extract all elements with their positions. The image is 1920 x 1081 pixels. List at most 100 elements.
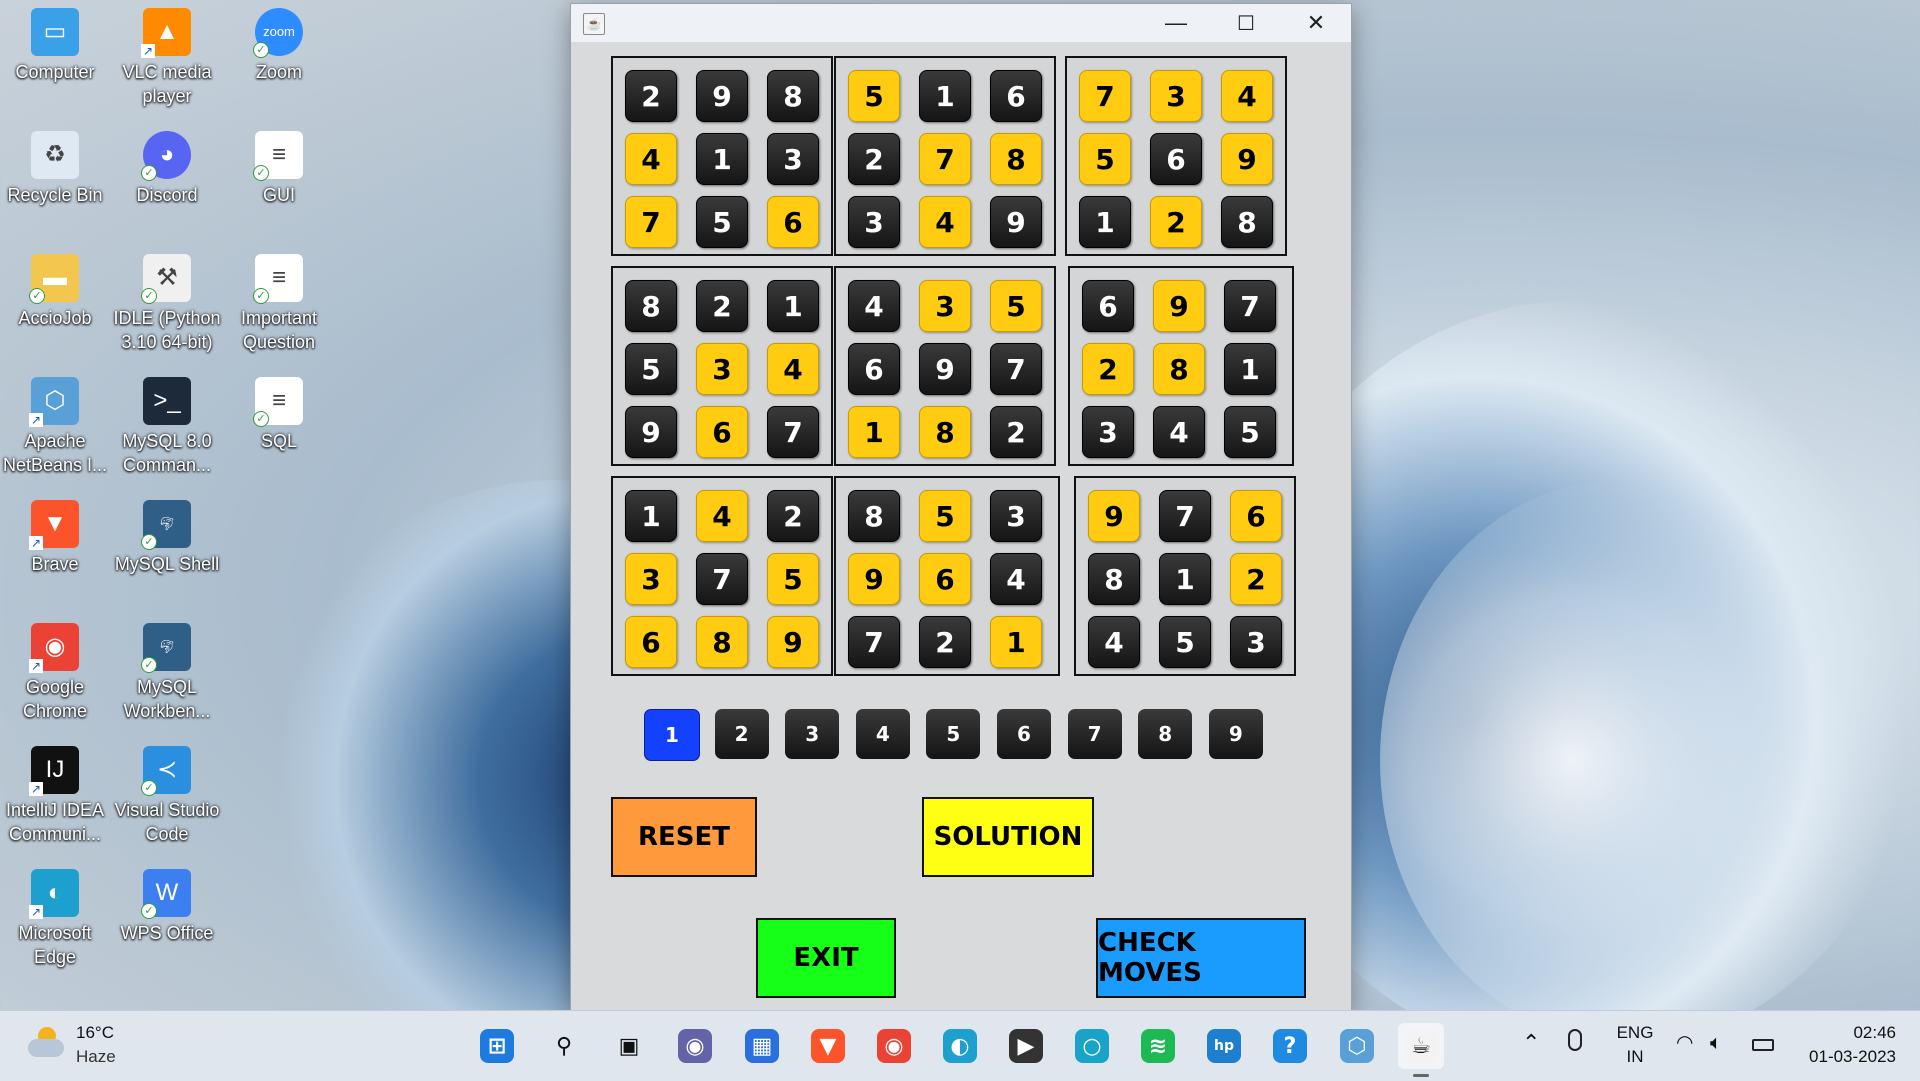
sudoku-cell[interactable]: 1 xyxy=(1224,343,1276,395)
close-button[interactable]: ✕ xyxy=(1281,4,1351,42)
solution-button[interactable]: SOLUTION xyxy=(922,797,1094,877)
desktop-icon-sql[interactable]: ≡ ✓ SQL xyxy=(224,377,334,453)
sudoku-cell[interactable]: 3 xyxy=(919,280,971,332)
taskbar-search-icon[interactable]: ⚲ xyxy=(541,1023,587,1069)
exit-button[interactable]: EXIT xyxy=(756,918,896,998)
sudoku-cell[interactable]: 2 xyxy=(1230,553,1282,605)
sudoku-cell[interactable]: 9 xyxy=(696,70,748,122)
sudoku-cell[interactable]: 7 xyxy=(919,133,971,185)
desktop-icon-mysql-shell[interactable]: 🐬︎ ✓ MySQL Shell xyxy=(112,500,222,576)
sudoku-cell[interactable]: 4 xyxy=(990,553,1042,605)
desktop-icon-acciojob[interactable]: ▬ ✓ AccioJob xyxy=(0,254,110,330)
sudoku-cell[interactable]: 6 xyxy=(1082,280,1134,332)
taskbar-task-view-icon[interactable]: ▣ xyxy=(606,1023,652,1069)
sudoku-cell[interactable]: 2 xyxy=(919,616,971,668)
battery-icon[interactable] xyxy=(1752,1039,1774,1051)
taskbar-netbeans-icon[interactable]: ⬡ xyxy=(1334,1023,1380,1069)
sudoku-cell[interactable]: 9 xyxy=(1153,280,1205,332)
sudoku-cell[interactable]: 3 xyxy=(696,343,748,395)
sudoku-cell[interactable]: 7 xyxy=(990,343,1042,395)
sudoku-cell[interactable]: 3 xyxy=(625,553,677,605)
desktop-icon-discord[interactable]: ◕ ✓ Discord xyxy=(112,131,222,207)
sudoku-cell[interactable]: 6 xyxy=(696,406,748,458)
sudoku-cell[interactable]: 2 xyxy=(625,70,677,122)
sudoku-cell[interactable]: 8 xyxy=(696,616,748,668)
sudoku-cell[interactable]: 2 xyxy=(990,406,1042,458)
number-button-9[interactable]: 9 xyxy=(1208,709,1263,759)
desktop-icon-visual-studio-code[interactable]: ≺ ✓ Visual Studio Code xyxy=(112,746,222,846)
desktop-icon-zoom[interactable]: zoom ✓ Zoom xyxy=(224,8,334,84)
sudoku-cell[interactable]: 7 xyxy=(625,196,677,248)
sudoku-cell[interactable]: 1 xyxy=(1159,553,1211,605)
taskbar-start-icon[interactable]: ⊞ xyxy=(474,1023,520,1069)
number-button-6[interactable]: 6 xyxy=(997,709,1051,759)
desktop-icon-important-question[interactable]: ≡ ✓ Important Question xyxy=(224,254,334,354)
taskbar-help-icon[interactable]: ? xyxy=(1267,1023,1313,1069)
sudoku-cell[interactable]: 9 xyxy=(919,343,971,395)
number-button-3[interactable]: 3 xyxy=(785,709,840,759)
sudoku-cell[interactable]: 5 xyxy=(1224,406,1276,458)
desktop-icon-intellij-idea-communi[interactable]: IJ ↗ IntelliJ IDEA Communi... xyxy=(0,746,110,846)
desktop-icon-computer[interactable]: ▭ Computer xyxy=(0,8,110,84)
sudoku-cell[interactable]: 5 xyxy=(1079,133,1131,185)
number-button-2[interactable]: 2 xyxy=(714,709,769,759)
sudoku-cell[interactable]: 2 xyxy=(696,280,748,332)
sudoku-cell[interactable]: 5 xyxy=(990,280,1042,332)
taskbar-store-icon[interactable]: ▦ xyxy=(739,1023,785,1069)
sudoku-cell[interactable]: 4 xyxy=(1153,406,1205,458)
taskbar-spotify-icon[interactable]: ≋ xyxy=(1135,1023,1181,1069)
taskbar-cortana-icon[interactable]: ○ xyxy=(1069,1023,1115,1069)
show-hidden-icons-button[interactable]: ⌃ xyxy=(1522,1031,1540,1055)
desktop-icon-gui[interactable]: ≡ ✓ GUI xyxy=(224,131,334,207)
taskbar-brave-icon[interactable]: ▼ xyxy=(805,1023,851,1069)
sudoku-cell[interactable]: 9 xyxy=(1221,133,1273,185)
sudoku-cell[interactable]: 5 xyxy=(696,196,748,248)
desktop-icon-recycle-bin[interactable]: ♻ Recycle Bin xyxy=(0,131,110,207)
sudoku-cell[interactable]: 9 xyxy=(625,406,677,458)
reset-button[interactable]: RESET xyxy=(611,797,757,877)
desktop-icon-vlc-media-player[interactable]: ▲ ↗ VLC media player xyxy=(112,8,222,108)
taskbar-edge-icon[interactable]: ◐ xyxy=(937,1023,983,1069)
sudoku-cell[interactable]: 8 xyxy=(1221,196,1273,248)
desktop-icon-idle-python-3-10-64-bit[interactable]: ⚒ ✓ IDLE (Python 3.10 64-bit) xyxy=(112,254,222,354)
sudoku-cell[interactable]: 7 xyxy=(1159,490,1211,542)
sudoku-cell[interactable]: 7 xyxy=(848,616,900,668)
number-button-4[interactable]: 4 xyxy=(855,709,910,759)
sudoku-cell[interactable]: 4 xyxy=(767,343,819,395)
sudoku-cell[interactable]: 6 xyxy=(1150,133,1202,185)
sudoku-cell[interactable]: 4 xyxy=(848,280,900,332)
sudoku-cell[interactable]: 9 xyxy=(990,196,1042,248)
sudoku-cell[interactable]: 4 xyxy=(625,133,677,185)
sudoku-cell[interactable]: 1 xyxy=(990,616,1042,668)
title-bar[interactable]: ☕ — ☐ ✕ xyxy=(571,4,1351,42)
sudoku-cell[interactable]: 8 xyxy=(990,133,1042,185)
sudoku-cell[interactable]: 6 xyxy=(1230,490,1282,542)
sudoku-cell[interactable]: 3 xyxy=(1082,406,1134,458)
sudoku-cell[interactable]: 8 xyxy=(767,70,819,122)
language-indicator[interactable]: ENG IN xyxy=(1612,1021,1658,1069)
volume-icon[interactable]: 🔈︎ xyxy=(1710,1031,1722,1055)
sudoku-cell[interactable]: 3 xyxy=(990,490,1042,542)
taskbar-media-player-icon[interactable]: ▶ xyxy=(1003,1023,1049,1069)
sudoku-cell[interactable]: 6 xyxy=(625,616,677,668)
desktop-icon-apache-netbeans-i[interactable]: ⬡ ↗ Apache NetBeans I... xyxy=(0,377,110,477)
sudoku-cell[interactable]: 3 xyxy=(1150,70,1202,122)
sudoku-cell[interactable]: 5 xyxy=(767,553,819,605)
sudoku-cell[interactable]: 5 xyxy=(625,343,677,395)
desktop-icon-mysql-workben[interactable]: 🐬︎ ✓ MySQL Workben... xyxy=(112,623,222,723)
sudoku-cell[interactable]: 5 xyxy=(848,70,900,122)
desktop-icon-brave[interactable]: ▼ ↗ Brave xyxy=(0,500,110,576)
sudoku-cell[interactable]: 3 xyxy=(848,196,900,248)
sudoku-cell[interactable]: 9 xyxy=(767,616,819,668)
sudoku-cell[interactable]: 4 xyxy=(919,196,971,248)
number-button-8[interactable]: 8 xyxy=(1138,709,1193,759)
sudoku-cell[interactable]: 2 xyxy=(767,490,819,542)
sudoku-cell[interactable]: 1 xyxy=(696,133,748,185)
sudoku-cell[interactable]: 3 xyxy=(1230,616,1282,668)
sudoku-cell[interactable]: 6 xyxy=(848,343,900,395)
sudoku-cell[interactable]: 2 xyxy=(1150,196,1202,248)
sudoku-cell[interactable]: 1 xyxy=(625,490,677,542)
sudoku-cell[interactable]: 5 xyxy=(919,490,971,542)
sudoku-cell[interactable]: 9 xyxy=(848,553,900,605)
sudoku-cell[interactable]: 6 xyxy=(919,553,971,605)
